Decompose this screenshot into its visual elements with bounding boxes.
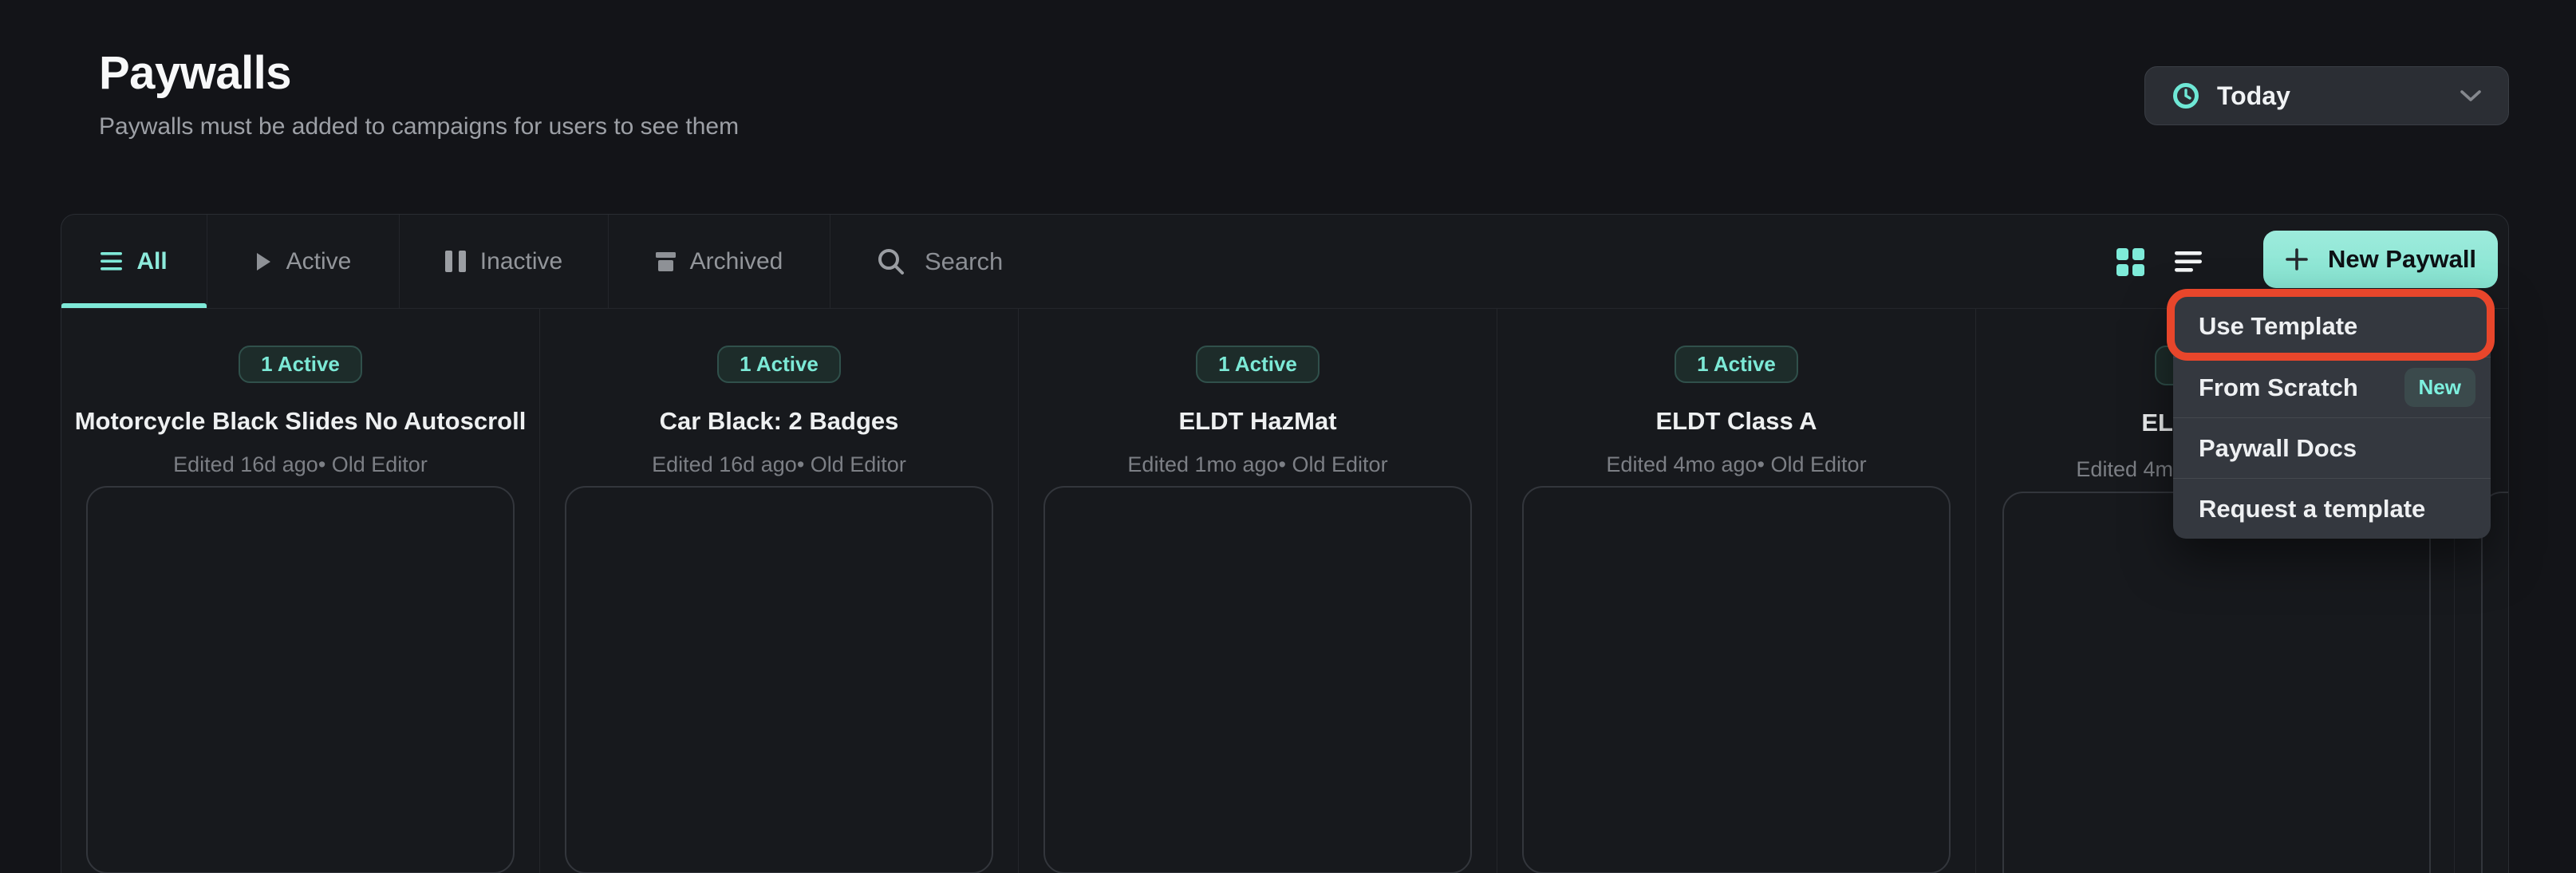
menu-item-use-template[interactable]: Use Template xyxy=(2173,296,2491,357)
status-badge: 1 Active xyxy=(1196,346,1320,383)
paywall-preview[interactable] xyxy=(565,486,993,873)
tab-archived[interactable]: Archived xyxy=(609,215,830,308)
paywall-card-grid: 1 Active Motorcycle Black Slides No Auto… xyxy=(61,309,2508,873)
paywall-title: Car Black: 2 Badges xyxy=(660,407,899,436)
plus-icon xyxy=(2285,247,2309,271)
status-badge: 1 Active xyxy=(239,346,362,383)
clock-icon xyxy=(2172,82,2199,109)
new-paywall-label: New Paywall xyxy=(2328,245,2476,274)
paywall-preview[interactable] xyxy=(2002,492,2431,873)
paywall-title: ELDT HazMat xyxy=(1178,407,1336,436)
tab-bar: All Active Inactive Archived xyxy=(61,215,2508,309)
menu-item-label: From Scratch xyxy=(2199,373,2358,402)
paywall-preview xyxy=(2481,492,2509,873)
menu-item-from-scratch[interactable]: From Scratch New xyxy=(2173,357,2491,417)
status-badge: 1 Active xyxy=(717,346,841,383)
active-tab-indicator xyxy=(61,303,207,308)
menu-item-label: Use Template xyxy=(2199,312,2357,341)
tab-inactive[interactable]: Inactive xyxy=(400,215,609,308)
grid-view-icon[interactable] xyxy=(2116,248,2144,276)
paywall-edited-meta: Edited 16d ago• Old Editor xyxy=(173,452,428,477)
play-icon xyxy=(255,251,272,272)
search-box xyxy=(830,215,2508,308)
paywall-edited-meta: Edited 4m xyxy=(2076,457,2173,482)
tab-active-label: Active xyxy=(286,248,352,275)
paywall-title: ELDT Class A xyxy=(1655,407,1817,436)
page-title: Paywalls xyxy=(99,46,291,100)
today-dropdown-button[interactable]: Today xyxy=(2144,66,2509,125)
pause-icon xyxy=(445,251,466,272)
paywall-card[interactable]: 1 Active ELDT Class A Edited 4mo ago• Ol… xyxy=(1497,309,1976,873)
search-input[interactable] xyxy=(925,247,1403,276)
paywall-preview[interactable] xyxy=(1522,486,1951,873)
chevron-down-icon xyxy=(2460,89,2481,102)
paywall-title: EL xyxy=(2141,409,2173,437)
paywall-card[interactable]: 1 Active Car Black: 2 Badges Edited 16d … xyxy=(540,309,1019,873)
tab-inactive-label: Inactive xyxy=(480,248,562,275)
new-paywall-menu: Use Template From Scratch New Paywall Do… xyxy=(2173,296,2491,539)
paywall-preview[interactable] xyxy=(1043,486,1472,873)
search-icon xyxy=(877,247,905,276)
menu-item-label: Request a template xyxy=(2199,495,2425,523)
new-badge: New xyxy=(2404,368,2475,407)
today-label: Today xyxy=(2217,81,2290,111)
paywall-preview[interactable] xyxy=(86,486,515,873)
archive-icon xyxy=(656,252,676,271)
paywall-edited-meta: Edited 16d ago• Old Editor xyxy=(652,452,906,477)
tab-active[interactable]: Active xyxy=(207,215,400,308)
tab-all[interactable]: All xyxy=(61,215,207,308)
paywalls-panel: All Active Inactive Archived xyxy=(61,214,2509,873)
paywall-card[interactable]: 1 Active ELDT HazMat Edited 1mo ago• Old… xyxy=(1019,309,1497,873)
new-paywall-button[interactable]: New Paywall xyxy=(2263,231,2498,288)
menu-item-paywall-docs[interactable]: Paywall Docs xyxy=(2173,417,2491,478)
menu-item-label: Paywall Docs xyxy=(2199,434,2357,463)
paywall-edited-meta: Edited 4mo ago• Old Editor xyxy=(1606,452,1866,477)
paywall-title: Motorcycle Black Slides No Autoscroll xyxy=(75,407,527,436)
tab-archived-label: Archived xyxy=(690,248,783,275)
status-badge: 1 Active xyxy=(1675,346,1798,383)
paywall-card[interactable]: 1 Active Motorcycle Black Slides No Auto… xyxy=(61,309,540,873)
paywall-edited-meta: Edited 1mo ago• Old Editor xyxy=(1127,452,1387,477)
menu-item-request-template[interactable]: Request a template xyxy=(2173,478,2491,539)
tab-all-label: All xyxy=(136,248,167,275)
menu-lines-icon xyxy=(101,252,122,271)
list-view-icon[interactable] xyxy=(2175,251,2202,272)
page-subtitle: Paywalls must be added to campaigns for … xyxy=(99,113,739,140)
